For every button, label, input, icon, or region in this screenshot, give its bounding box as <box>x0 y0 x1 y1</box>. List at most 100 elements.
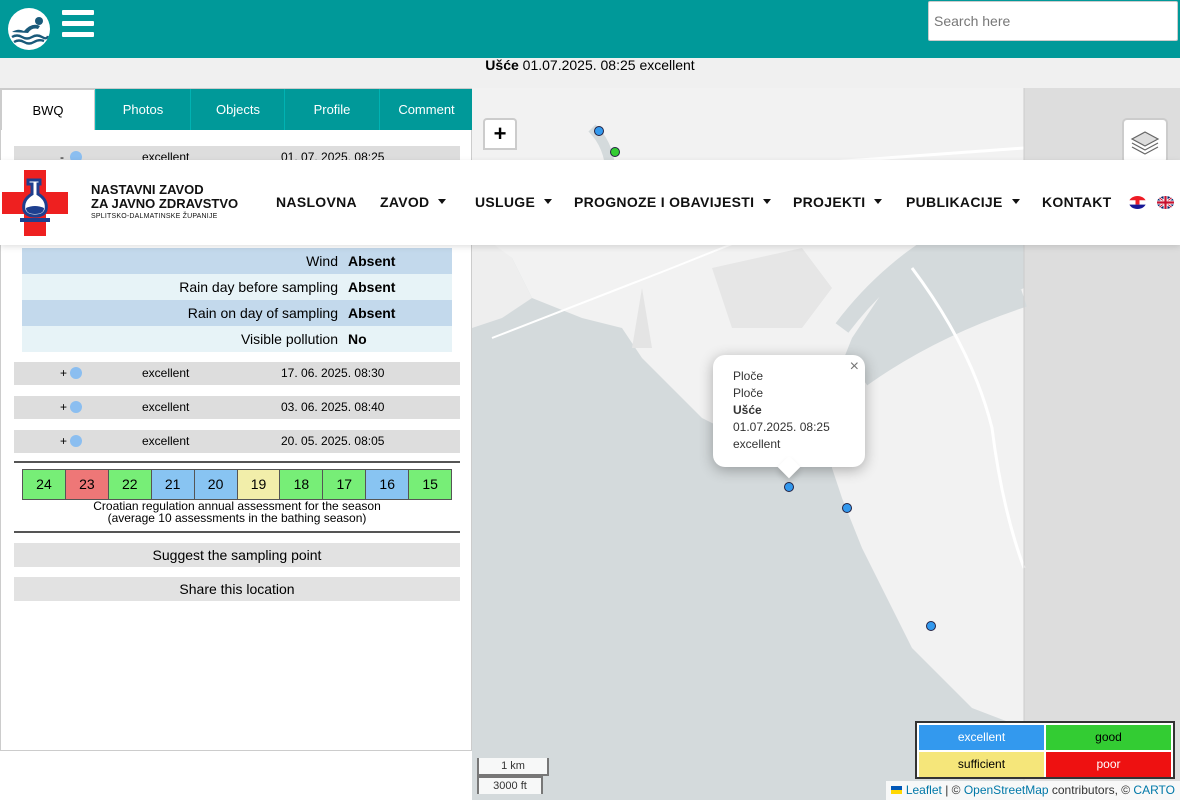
nav-usluge[interactable]: USLUGE <box>475 194 553 210</box>
nav-kontakt[interactable]: KONTAKT <box>1042 194 1112 210</box>
nav-label: PROGNOZE I OBAVIJESTI <box>574 194 755 210</box>
detail-value: Absent <box>348 305 396 321</box>
year-cell: 22 <box>108 470 152 499</box>
quality-dot-icon <box>70 435 82 447</box>
map-attribution: Leaflet | © OpenStreetMap contributors, … <box>886 781 1180 800</box>
detail-label: Wind <box>306 253 338 269</box>
uk-flag-icon[interactable] <box>1157 196 1174 209</box>
scale-km: 1 km <box>477 758 549 776</box>
sample-date: 20. 05. 2025. 08:05 <box>281 434 385 448</box>
attribution-separator: contributors, © <box>1048 783 1134 797</box>
legend-poor: poor <box>1046 752 1171 777</box>
detail-label: Rain day before sampling <box>179 279 338 295</box>
sample-date: 03. 06. 2025. 08:40 <box>281 400 385 414</box>
legend-good: good <box>1046 725 1171 750</box>
scale-ft: 3000 ft <box>477 776 543 794</box>
search-input[interactable] <box>928 1 1178 41</box>
tab-bwq[interactable]: BWQ <box>1 89 95 130</box>
annual-assessment-strip: 24 23 22 21 20 19 18 17 16 15 <box>22 469 452 500</box>
detail-label: Visible pollution <box>240 331 338 347</box>
caret-down-icon <box>438 198 447 204</box>
nav-label: PROJEKTI <box>793 194 866 210</box>
expand-toggle[interactable]: + <box>60 430 67 453</box>
assessment-caption: Croatian regulation annual assessment fo… <box>14 500 460 524</box>
expand-toggle[interactable]: + <box>60 362 67 385</box>
tab-profile[interactable]: Profile <box>284 89 379 130</box>
caret-down-icon <box>874 198 883 204</box>
nav-naslovna[interactable]: NASLOVNA <box>276 194 357 210</box>
caret-down-icon <box>544 198 553 204</box>
sample-quality: excellent <box>142 366 190 380</box>
suggest-sampling-point-button[interactable]: Suggest the sampling point <box>14 543 460 567</box>
status-quality: excellent <box>639 57 695 73</box>
institute-name-line: ZA JAVNO ZDRAVSTVO <box>91 196 239 211</box>
share-location-button[interactable]: Share this location <box>14 577 460 601</box>
marker-popup: × Ploče Ploče Ušće 01.07.2025. 08:25 exc… <box>713 355 865 479</box>
tab-photos[interactable]: Photos <box>95 89 190 130</box>
institute-name-line: NASTAVNI ZAVOD <box>91 182 204 197</box>
detail-row-rain-before: Rain day before sampling Absent <box>22 274 452 300</box>
status-datetime: 01.07.2025. 08:25 <box>522 57 636 73</box>
sampling-point-marker[interactable] <box>842 503 852 513</box>
year-cell: 24 <box>23 470 66 499</box>
year-cell: 23 <box>65 470 109 499</box>
detail-value: Absent <box>348 279 396 295</box>
sampling-point-marker[interactable] <box>594 126 604 136</box>
detail-value: No <box>348 331 367 347</box>
year-cell: 21 <box>151 470 195 499</box>
swimmer-logo-icon[interactable] <box>8 8 50 50</box>
top-bar <box>0 0 1180 58</box>
institute-name: NASTAVNI ZAVOD ZA JAVNO ZDRAVSTVO <box>91 183 238 211</box>
caret-down-icon <box>763 198 772 204</box>
panel-tabs: BWQ Photos Objects Profile Comment <box>1 89 473 130</box>
nav-label: USLUGE <box>475 194 536 210</box>
attribution-separator: | © <box>941 783 964 797</box>
popup-close-icon[interactable]: × <box>850 359 859 375</box>
zoom-in-button[interactable]: + <box>483 118 517 150</box>
carto-link[interactable]: CARTO <box>1133 783 1175 797</box>
detail-row-pollution: Visible pollution No <box>22 326 452 352</box>
sampling-point-marker[interactable] <box>926 621 936 631</box>
sample-date: 17. 06. 2025. 08:30 <box>281 366 385 380</box>
status-location: Ušće <box>485 57 519 73</box>
sampling-point-marker-selected[interactable] <box>784 482 794 492</box>
legend-sufficient: sufficient <box>919 752 1044 777</box>
year-cell: 18 <box>280 470 324 499</box>
leaflet-link[interactable]: Leaflet <box>906 783 942 797</box>
detail-row-wind: Wind Absent <box>22 248 452 274</box>
institute-subtitle: SPLITSKO-DALMATINSKE ŽUPANIJE <box>91 213 218 220</box>
assessment-caption-line: (average 10 assessments in the bathing s… <box>107 511 367 525</box>
year-cell: 17 <box>323 470 367 499</box>
openstreetmap-link[interactable]: OpenStreetMap <box>964 783 1049 797</box>
ukraine-flag-icon <box>891 785 903 794</box>
caret-down-icon <box>1011 198 1020 204</box>
detail-label: Rain on day of sampling <box>187 305 338 321</box>
tab-comment[interactable]: Comment <box>379 89 473 130</box>
popup-city: Ploče <box>733 369 764 383</box>
expand-toggle[interactable]: + <box>60 396 67 419</box>
quality-legend: excellent good sufficient poor <box>915 721 1175 779</box>
divider <box>14 461 460 463</box>
croatian-flag-icon[interactable] <box>1129 196 1146 209</box>
detail-row-rain-day: Rain on day of sampling Absent <box>22 300 452 326</box>
institute-logo-icon[interactable] <box>2 170 68 236</box>
hamburger-menu-icon[interactable] <box>62 10 94 40</box>
nav-publikacije[interactable]: PUBLIKACIJE <box>906 194 1020 210</box>
quality-dot-icon <box>70 401 82 413</box>
sample-row[interactable]: + excellent 20. 05. 2025. 08:05 <box>14 430 460 453</box>
nav-projekti[interactable]: PROJEKTI <box>793 194 883 210</box>
sample-row[interactable]: + excellent 03. 06. 2025. 08:40 <box>14 396 460 419</box>
legend-excellent: excellent <box>919 725 1044 750</box>
detail-value: Absent <box>348 253 396 269</box>
sample-row[interactable]: + excellent 17. 06. 2025. 08:30 <box>14 362 460 385</box>
sampling-point-marker[interactable] <box>610 147 620 157</box>
app-root: Ušće 01.07.2025. 08:25 excellent BWQ Pho… <box>0 0 1180 800</box>
year-cell: 16 <box>366 470 410 499</box>
year-cell: 19 <box>237 470 281 499</box>
tab-objects[interactable]: Objects <box>190 89 285 130</box>
selected-point-status: Ušće 01.07.2025. 08:25 excellent <box>0 58 1180 88</box>
nav-zavod[interactable]: ZAVOD <box>380 194 447 210</box>
popup-quality: excellent <box>733 437 781 451</box>
layers-control-icon[interactable] <box>1122 118 1168 164</box>
nav-prognoze[interactable]: PROGNOZE I OBAVIJESTI <box>574 194 772 210</box>
